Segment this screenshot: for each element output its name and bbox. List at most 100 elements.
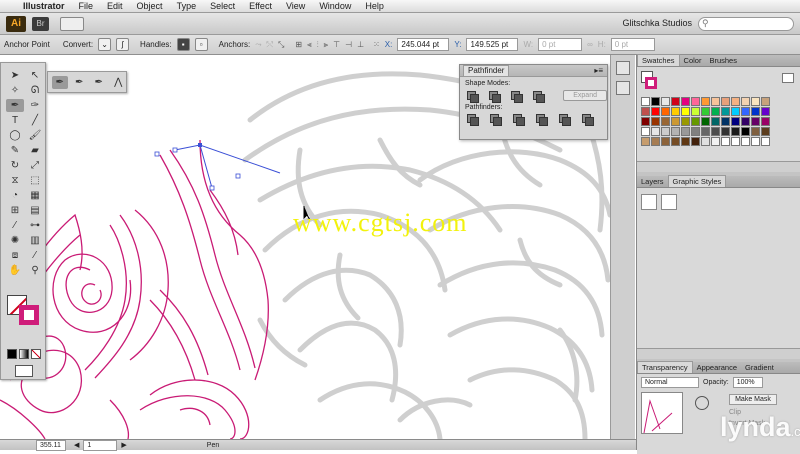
trim-icon[interactable] (490, 114, 502, 126)
color-swatch[interactable] (731, 127, 740, 136)
color-swatch[interactable] (761, 97, 770, 106)
color-swatch[interactable] (761, 107, 770, 116)
color-swatch[interactable] (671, 107, 680, 116)
paintbrush-tool-icon[interactable]: 🖌 (26, 129, 44, 142)
zoom-field[interactable]: 355.11 (36, 439, 66, 451)
menu-effect[interactable]: Effect (242, 1, 279, 11)
color-swatch[interactable] (691, 97, 700, 106)
color-swatch[interactable] (661, 97, 670, 106)
tab-graphic-styles[interactable]: Graphic Styles (667, 175, 727, 187)
color-swatch[interactable] (641, 97, 650, 106)
color-swatch[interactable] (701, 107, 710, 116)
color-swatch[interactable] (721, 117, 730, 126)
color-mode-icon[interactable] (7, 349, 17, 359)
exclude-icon[interactable] (533, 90, 546, 103)
convert-to-corner-button[interactable]: ⌄ (98, 38, 112, 51)
gradient-mode-icon[interactable] (19, 349, 29, 359)
color-swatch[interactable] (741, 107, 750, 116)
panel-icon[interactable] (616, 61, 630, 75)
artboard-tool-icon[interactable]: ⧈ (6, 249, 24, 262)
blend-tool-icon[interactable]: ⊶ (26, 219, 44, 232)
align-top-icon[interactable]: ⊤ (333, 38, 340, 51)
hand-tool-icon[interactable]: ✋ (6, 264, 24, 277)
pathfinder-tab[interactable]: Pathfinder (463, 65, 510, 76)
bridge-button[interactable]: Br (32, 17, 49, 31)
fill-stroke-swatches[interactable] (7, 295, 41, 325)
color-swatch[interactable] (651, 107, 660, 116)
constrain-link-icon[interactable]: ∞ (587, 38, 593, 51)
color-swatch[interactable] (691, 127, 700, 136)
tab-color[interactable]: Color (680, 55, 706, 66)
tab-layers[interactable]: Layers (637, 176, 668, 187)
color-swatch[interactable] (731, 107, 740, 116)
color-swatch[interactable] (701, 97, 710, 106)
menu-select[interactable]: Select (203, 1, 242, 11)
color-swatch[interactable] (661, 107, 670, 116)
color-swatch[interactable] (691, 117, 700, 126)
color-swatch[interactable] (691, 107, 700, 116)
align-right-icon[interactable]: ⫸ (324, 38, 329, 51)
menu-file[interactable]: File (72, 1, 101, 11)
expand-button[interactable]: Expand (563, 90, 607, 101)
menu-illustrator[interactable]: Illustrator (16, 1, 72, 11)
color-swatch[interactable] (751, 127, 760, 136)
color-swatch[interactable] (641, 107, 650, 116)
stroke-indicator[interactable] (645, 77, 657, 89)
default-style-swatch[interactable] (641, 194, 657, 210)
color-swatch[interactable] (651, 97, 660, 106)
tab-transparency[interactable]: Transparency (637, 361, 693, 373)
color-swatch[interactable] (641, 127, 650, 136)
direct-selection-tool-icon[interactable]: ↖ (26, 69, 44, 82)
color-swatch[interactable] (651, 117, 660, 126)
line-tool-icon[interactable]: ╱ (26, 114, 44, 127)
convert-to-smooth-button[interactable]: ʃ (116, 38, 130, 51)
pencil-tool-icon[interactable]: ✎ (6, 144, 24, 157)
hide-handles-button[interactable]: ▫ (194, 38, 208, 51)
tab-brushes[interactable]: Brushes (705, 55, 741, 66)
connect-anchor-icon[interactable]: ⤲ (267, 38, 273, 51)
color-swatch[interactable] (661, 137, 670, 146)
align-center-icon[interactable]: ⫶ (317, 38, 319, 51)
screen-mode-button[interactable] (15, 365, 33, 377)
color-swatch[interactable] (721, 97, 730, 106)
color-swatch[interactable] (711, 97, 720, 106)
color-swatch[interactable] (661, 117, 670, 126)
color-swatch[interactable] (731, 97, 740, 106)
align-middle-icon[interactable]: ⊣ (345, 38, 352, 51)
artboard-field[interactable]: 1 (83, 439, 118, 451)
curvature-tool-icon[interactable]: ✑ (26, 99, 44, 112)
color-swatch[interactable] (751, 97, 760, 106)
search-input[interactable]: ⚲ (698, 17, 794, 31)
color-swatch[interactable] (651, 137, 660, 146)
color-swatch[interactable] (741, 127, 750, 136)
crop-icon[interactable] (536, 114, 548, 126)
merge-icon[interactable] (513, 114, 525, 126)
magic-wand-tool-icon[interactable]: ✧ (6, 84, 24, 97)
color-swatch[interactable] (741, 137, 750, 146)
color-swatch[interactable] (711, 117, 720, 126)
align-bottom-icon[interactable]: ⊥ (357, 38, 364, 51)
blend-mode-select[interactable]: Normal (641, 377, 699, 388)
color-swatch[interactable] (751, 117, 760, 126)
minus-back-icon[interactable] (582, 114, 594, 126)
perspective-grid-tool-icon[interactable]: ▦ (26, 189, 44, 202)
arrange-documents-button[interactable] (60, 17, 84, 31)
color-swatch[interactable] (651, 127, 660, 136)
anchor-point-tool-icon[interactable]: ⋀ (111, 76, 127, 89)
color-swatch[interactable] (641, 137, 650, 146)
color-swatch[interactable] (671, 117, 680, 126)
divide-icon[interactable] (467, 114, 479, 126)
cut-path-icon[interactable]: ⤡ (278, 38, 284, 51)
add-anchor-point-tool-icon[interactable]: ✒ (72, 76, 88, 89)
reference-point-icon[interactable]: ⁙ (373, 38, 380, 51)
show-handles-button[interactable]: ▪ (176, 38, 190, 51)
align-left-icon[interactable]: ⫷ (307, 38, 312, 51)
color-swatch[interactable] (711, 137, 720, 146)
opacity-field[interactable]: 100% (732, 377, 763, 388)
color-swatch[interactable] (641, 117, 650, 126)
color-swatch[interactable] (711, 127, 720, 136)
scale-tool-icon[interactable]: ⤢ (26, 159, 44, 172)
column-graph-tool-icon[interactable]: ▥ (26, 234, 44, 247)
color-swatch[interactable] (741, 117, 750, 126)
color-swatch[interactable] (731, 117, 740, 126)
